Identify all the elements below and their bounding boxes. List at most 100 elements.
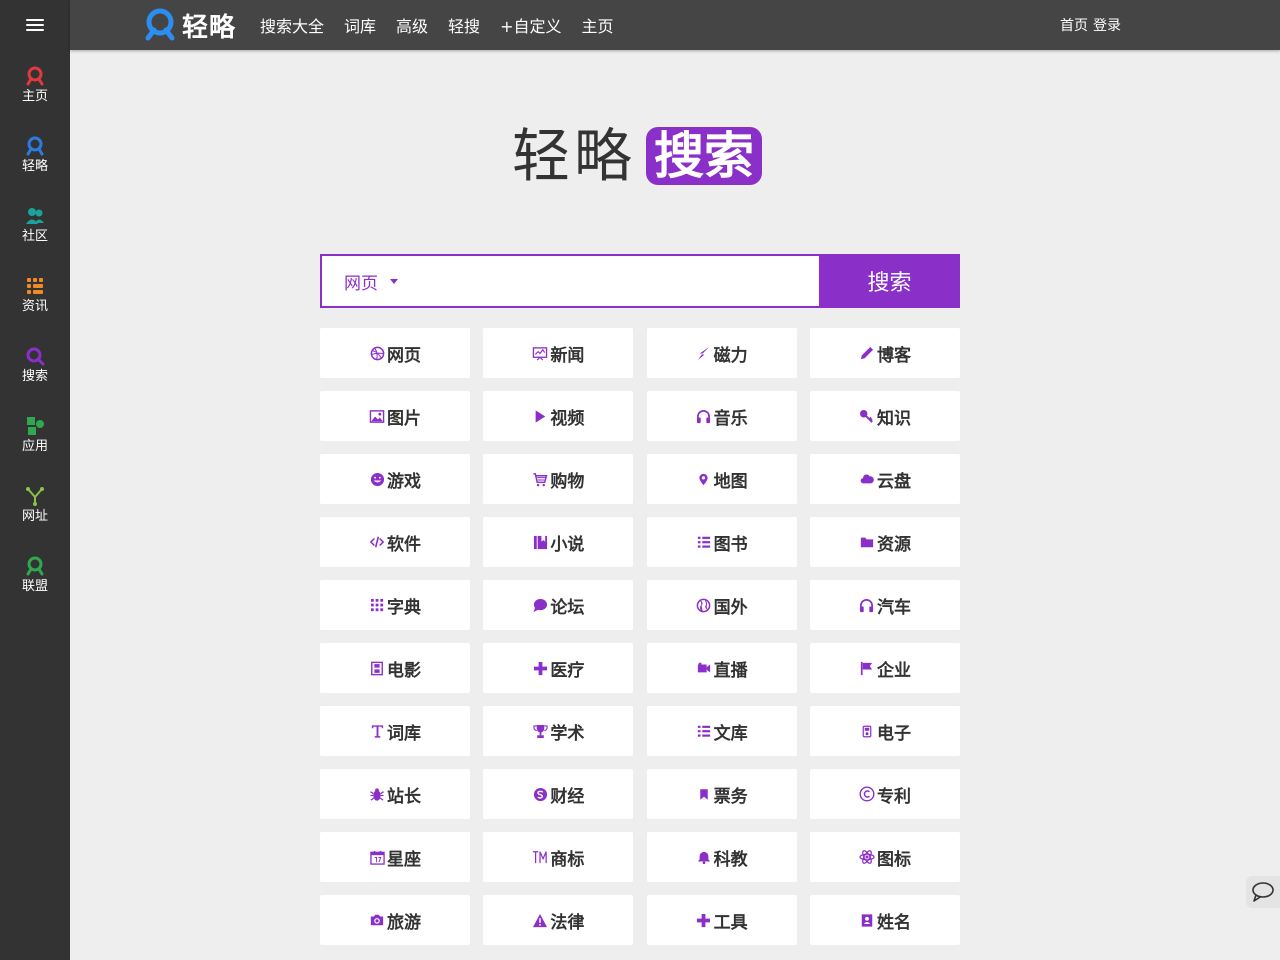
key-icon bbox=[859, 408, 875, 424]
search-type-dropdown[interactable]: 网页 bbox=[322, 256, 412, 306]
category-button[interactable]: 字典 bbox=[320, 580, 470, 630]
sidebar-item-search[interactable]: 搜索 bbox=[0, 330, 70, 400]
category-button[interactable]: 专利 bbox=[809, 769, 960, 819]
sidebar-item-links[interactable]: 网址 bbox=[0, 470, 70, 540]
map-marker-icon bbox=[696, 471, 712, 487]
category-button[interactable]: 图片 bbox=[320, 391, 470, 441]
search-input[interactable] bbox=[412, 256, 819, 306]
category-label: 星座 bbox=[387, 849, 421, 870]
bolt-icon bbox=[696, 345, 712, 361]
category-label: 论坛 bbox=[550, 597, 585, 618]
category-button[interactable]: 资源 bbox=[809, 517, 960, 567]
brand-name: 轻略 bbox=[512, 122, 637, 190]
category-button[interactable]: 电影 bbox=[320, 643, 470, 693]
category-button[interactable]: 医疗 bbox=[483, 643, 634, 693]
nav-link-thesaurus[interactable]: 词库 bbox=[344, 13, 376, 37]
category-label: 学术 bbox=[550, 723, 585, 744]
category-button[interactable]: 商标 bbox=[483, 832, 634, 882]
category-button[interactable]: 企业 bbox=[809, 643, 960, 693]
bookmark-icon bbox=[696, 786, 712, 802]
sidebar-item-alliance[interactable]: 联盟 bbox=[0, 540, 70, 610]
category-button[interactable]: 星座 bbox=[320, 832, 470, 882]
code-icon bbox=[369, 534, 385, 550]
folder-icon bbox=[859, 534, 875, 550]
sidebar-item-label: 资讯 bbox=[21, 298, 48, 314]
category-button[interactable]: 词库 bbox=[320, 706, 470, 756]
category-button[interactable]: 财经 bbox=[483, 769, 634, 819]
sidebar-item-label: 主页 bbox=[21, 88, 48, 104]
logo-text: 轻略 bbox=[182, 12, 237, 43]
nav-link-custom[interactable]: +自定义 bbox=[500, 13, 561, 37]
category-button[interactable]: 电子 bbox=[809, 706, 960, 756]
category-button[interactable]: 图标 bbox=[809, 832, 960, 882]
sidebar-item-qinglue[interactable]: 轻略 bbox=[0, 120, 70, 190]
category-button[interactable]: 新闻 bbox=[483, 328, 634, 378]
cloud-icon bbox=[859, 471, 875, 487]
sidebar-item-home[interactable]: 主页 bbox=[0, 50, 70, 120]
category-button[interactable]: 站长 bbox=[320, 769, 470, 819]
category-button[interactable]: 汽车 bbox=[809, 580, 960, 630]
category-label: 知识 bbox=[876, 408, 911, 429]
category-button[interactable]: 学术 bbox=[483, 706, 634, 756]
category-button[interactable]: 知识 bbox=[809, 391, 960, 441]
ipod-icon bbox=[859, 723, 875, 739]
menu-toggle-button[interactable] bbox=[0, 0, 70, 50]
category-button[interactable]: 图书 bbox=[646, 517, 797, 567]
category-button[interactable]: 音乐 bbox=[646, 391, 797, 441]
category-button[interactable]: 购物 bbox=[483, 454, 634, 504]
dashboard-icon bbox=[532, 345, 548, 361]
category-button[interactable]: 软件 bbox=[320, 517, 470, 567]
category-label: 字典 bbox=[387, 597, 421, 618]
category-button[interactable]: 直播 bbox=[646, 643, 797, 693]
category-button[interactable]: 小说 bbox=[483, 517, 634, 567]
category-label: 购物 bbox=[550, 471, 585, 492]
category-button[interactable]: 视频 bbox=[483, 391, 634, 441]
left-sidebar: 主页轻略社区资讯搜索 应用 网址联盟 bbox=[0, 0, 70, 960]
sidebar-item-label: 社区 bbox=[21, 228, 48, 244]
category-label: 地图 bbox=[713, 471, 748, 492]
category-button[interactable]: 科教 bbox=[646, 832, 797, 882]
search-button[interactable]: 搜索 bbox=[819, 254, 960, 308]
site-logo[interactable]: 轻略 bbox=[142, 7, 236, 43]
category-button[interactable]: 姓名 bbox=[809, 895, 960, 945]
category-button[interactable]: 云盘 bbox=[809, 454, 960, 504]
bell-icon bbox=[696, 849, 712, 865]
plus-icon bbox=[696, 912, 712, 928]
nav-link-search-all[interactable]: 搜索大全 bbox=[260, 13, 324, 37]
category-button[interactable]: 工具 bbox=[646, 895, 797, 945]
homepage-link[interactable]: 首页 bbox=[1060, 15, 1088, 35]
flag-icon bbox=[859, 660, 875, 676]
category-button[interactable]: 旅游 bbox=[320, 895, 470, 945]
category-button[interactable]: 票务 bbox=[646, 769, 797, 819]
play-icon bbox=[532, 408, 548, 424]
nav-link-light-search[interactable]: 轻搜 bbox=[448, 13, 480, 37]
sidebar-item-label: 联盟 bbox=[21, 578, 48, 594]
category-button[interactable]: 地图 bbox=[646, 454, 797, 504]
sidebar-item-news[interactable]: 资讯 bbox=[0, 260, 70, 330]
category-button[interactable]: 游戏 bbox=[320, 454, 470, 504]
category-button[interactable]: 论坛 bbox=[483, 580, 634, 630]
contact-book-icon bbox=[859, 912, 875, 928]
login-link[interactable]: 登录 bbox=[1093, 15, 1121, 35]
video-camera-icon bbox=[696, 660, 712, 676]
category-button[interactable]: 磁力 bbox=[646, 328, 797, 378]
category-button[interactable]: 法律 bbox=[483, 895, 634, 945]
image-icon bbox=[369, 408, 385, 424]
category-button[interactable]: 文库 bbox=[646, 706, 797, 756]
category-label: 文库 bbox=[713, 723, 748, 744]
category-label: 工具 bbox=[713, 912, 748, 933]
category-label: 电影 bbox=[387, 660, 421, 681]
category-button[interactable]: 网页 bbox=[320, 328, 470, 378]
comment-icon bbox=[532, 597, 548, 613]
chat-button[interactable] bbox=[1246, 876, 1280, 908]
smile-icon bbox=[369, 471, 385, 487]
category-button[interactable]: 国外 bbox=[646, 580, 797, 630]
nav-link-home[interactable]: 主页 bbox=[581, 13, 613, 37]
sidebar-item-apps[interactable]: 应用 bbox=[0, 400, 70, 470]
book-icon bbox=[532, 534, 548, 550]
trademark-icon bbox=[532, 849, 548, 865]
nav-link-advanced[interactable]: 高级 bbox=[396, 13, 428, 37]
sidebar-item-community[interactable]: 社区 bbox=[0, 190, 70, 260]
search-box: 网页 bbox=[320, 254, 819, 308]
category-button[interactable]: 博客 bbox=[809, 328, 960, 378]
